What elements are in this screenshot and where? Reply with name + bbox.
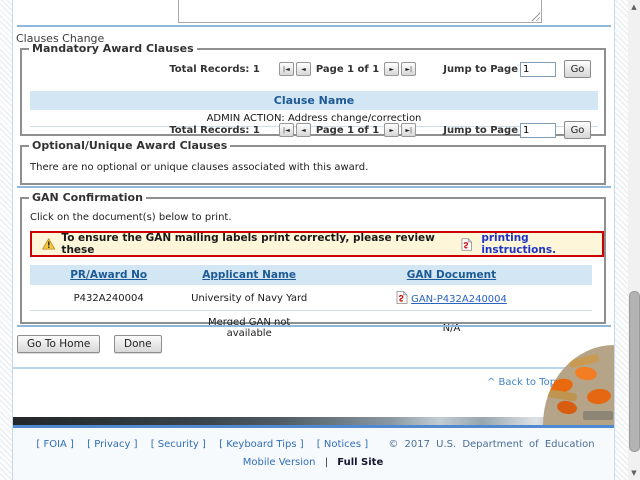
gan-confirmation-legend: GAN Confirmation [32,191,143,204]
prev-page-icon: ◄ [301,126,306,134]
next-page-icon: ► [389,65,395,73]
optional-award-clauses-fieldset: Optional/Unique Award Clauses There are … [20,139,606,185]
print-instruction-text: Click on the document(s) below to print. [30,212,232,223]
gan-table-row: P432A240004 University of Navy Yard GAN-… [30,285,592,311]
photo-floor-shape [583,411,613,420]
next-page-button[interactable]: ► [384,62,400,76]
applicant-name-cell: University of Navy Yard [187,285,311,311]
jump-to-page-input[interactable] [520,122,556,138]
prev-page-button[interactable]: ◄ [295,62,311,76]
full-site-label: Full Site [337,457,384,468]
first-page-button[interactable]: |◄ [278,62,294,76]
warning-triangle-icon [42,238,56,250]
footer-link-keyboard-tips[interactable]: [ Keyboard Tips ] [219,439,303,450]
next-page-button[interactable]: ► [384,123,400,137]
warning-text: To ensure the GAN mailing labels print c… [61,232,435,256]
left-margin-pattern [0,0,12,480]
footer-separator: | [324,457,329,468]
content-bottom-border [13,367,614,369]
prev-page-icon: ◄ [301,65,306,73]
jump-to-page-label: Jump to Page [443,124,518,136]
total-records-label: Total Records: 1 [169,124,260,136]
footer-links-row: [ FOIA ] [ Privacy ] [ Security ] [ Keyb… [13,439,613,450]
jump-to-page-label: Jump to Page [443,63,518,75]
gan-document-link[interactable]: GAN-P432A240004 [411,294,507,305]
printing-warning-box: To ensure the GAN mailing labels print c… [30,231,604,257]
footer-mobile-row: Mobile Version | Full Site [13,457,613,468]
mandatory-award-clauses-fieldset: Mandatory Award Clauses Total Records: 1… [20,42,606,139]
content-column: Clauses Change Mandatory Award Clauses T… [12,0,615,480]
gan-document-cell: GAN-P432A240004 [310,285,592,311]
footer-link-foia[interactable]: [ FOIA ] [36,439,74,450]
page-indicator: Page 1 of 1 [315,124,380,136]
gan-document-table: PR/Award No Applicant Name GAN Document … [30,265,592,344]
last-page-icon: ►| [405,126,413,134]
go-button[interactable]: Go [564,121,591,139]
jump-to-page-input[interactable] [520,61,556,77]
scroll-up-icon[interactable]: ▲ [628,1,640,13]
scroll-down-icon[interactable]: ▼ [628,467,640,479]
last-page-button[interactable]: ►| [401,62,417,76]
pr-award-no-cell: P432A240004 [30,285,188,311]
first-page-icon: |◄ [283,65,290,73]
footer-link-security[interactable]: [ Security ] [151,439,206,450]
printing-instructions-link[interactable]: printing instructions. [481,232,602,256]
clause-name-header[interactable]: Clause Name [30,91,598,110]
textarea-resize-grip-icon[interactable] [530,11,540,21]
applicant-name-cell: Merged GAN not available [207,317,291,339]
prev-page-button[interactable]: ◄ [295,123,311,137]
pagination-top: Total Records: 1 |◄ ◄ Page 1 of 1 ► ►| J… [165,60,591,78]
footer-blue-rule [13,425,614,428]
first-page-icon: |◄ [283,126,290,134]
photo-desk-shape [543,388,578,402]
optional-award-clauses-legend: Optional/Unique Award Clauses [32,139,228,152]
total-records-label: Total Records: 1 [169,63,260,75]
right-margin-pattern [614,0,628,480]
vertical-scrollbar[interactable]: ▲ ▼ [628,0,640,480]
footer: [ FOIA ] [ Privacy ] [ Security ] [ Keyb… [13,428,613,480]
next-page-icon: ► [389,126,395,134]
applicant-name-header[interactable]: Applicant Name [187,265,311,285]
section-divider [17,25,611,27]
last-page-icon: ►| [405,65,413,73]
photo-chair-shape [574,365,598,382]
mandatory-award-clauses-legend: Mandatory Award Clauses [32,42,194,55]
photo-chair-shape [556,399,578,416]
back-to-top-link[interactable]: ^ Back to Top [487,377,556,388]
section-divider [17,325,611,327]
section-divider [17,186,611,188]
classroom-photo [543,345,614,425]
page-indicator: Page 1 of 1 [315,63,380,75]
footer-link-privacy[interactable]: [ Privacy ] [87,439,137,450]
comments-textarea[interactable] [178,0,542,23]
scrollbar-thumb[interactable] [629,291,640,452]
no-optional-clauses-message: There are no optional or unique clauses … [30,162,369,173]
pdf-icon [461,237,473,251]
pagination-bottom: Total Records: 1 |◄ ◄ Page 1 of 1 ► ►| J… [165,121,591,139]
first-page-button[interactable]: |◄ [278,123,294,137]
photo-chair-shape [586,387,612,406]
pdf-icon [396,290,408,304]
go-to-home-button[interactable]: Go To Home [17,335,101,353]
gan-confirmation-fieldset: GAN Confirmation Click on the document(s… [20,191,606,339]
footer-link-notices[interactable]: [ Notices ] [317,439,368,450]
go-button[interactable]: Go [564,60,591,78]
last-page-button[interactable]: ►| [401,123,417,137]
gan-table-header-row: PR/Award No Applicant Name GAN Document [30,265,592,285]
gan-document-cell: N/A [442,322,461,334]
mobile-version-link[interactable]: Mobile Version [243,457,316,468]
done-button[interactable]: Done [114,335,162,353]
footer-photo-strip [13,417,614,425]
pr-award-no-header[interactable]: PR/Award No [30,265,188,285]
copyright-text: © 2017 U.S. Department of Education [388,439,595,450]
gan-document-header[interactable]: GAN Document [310,265,592,285]
